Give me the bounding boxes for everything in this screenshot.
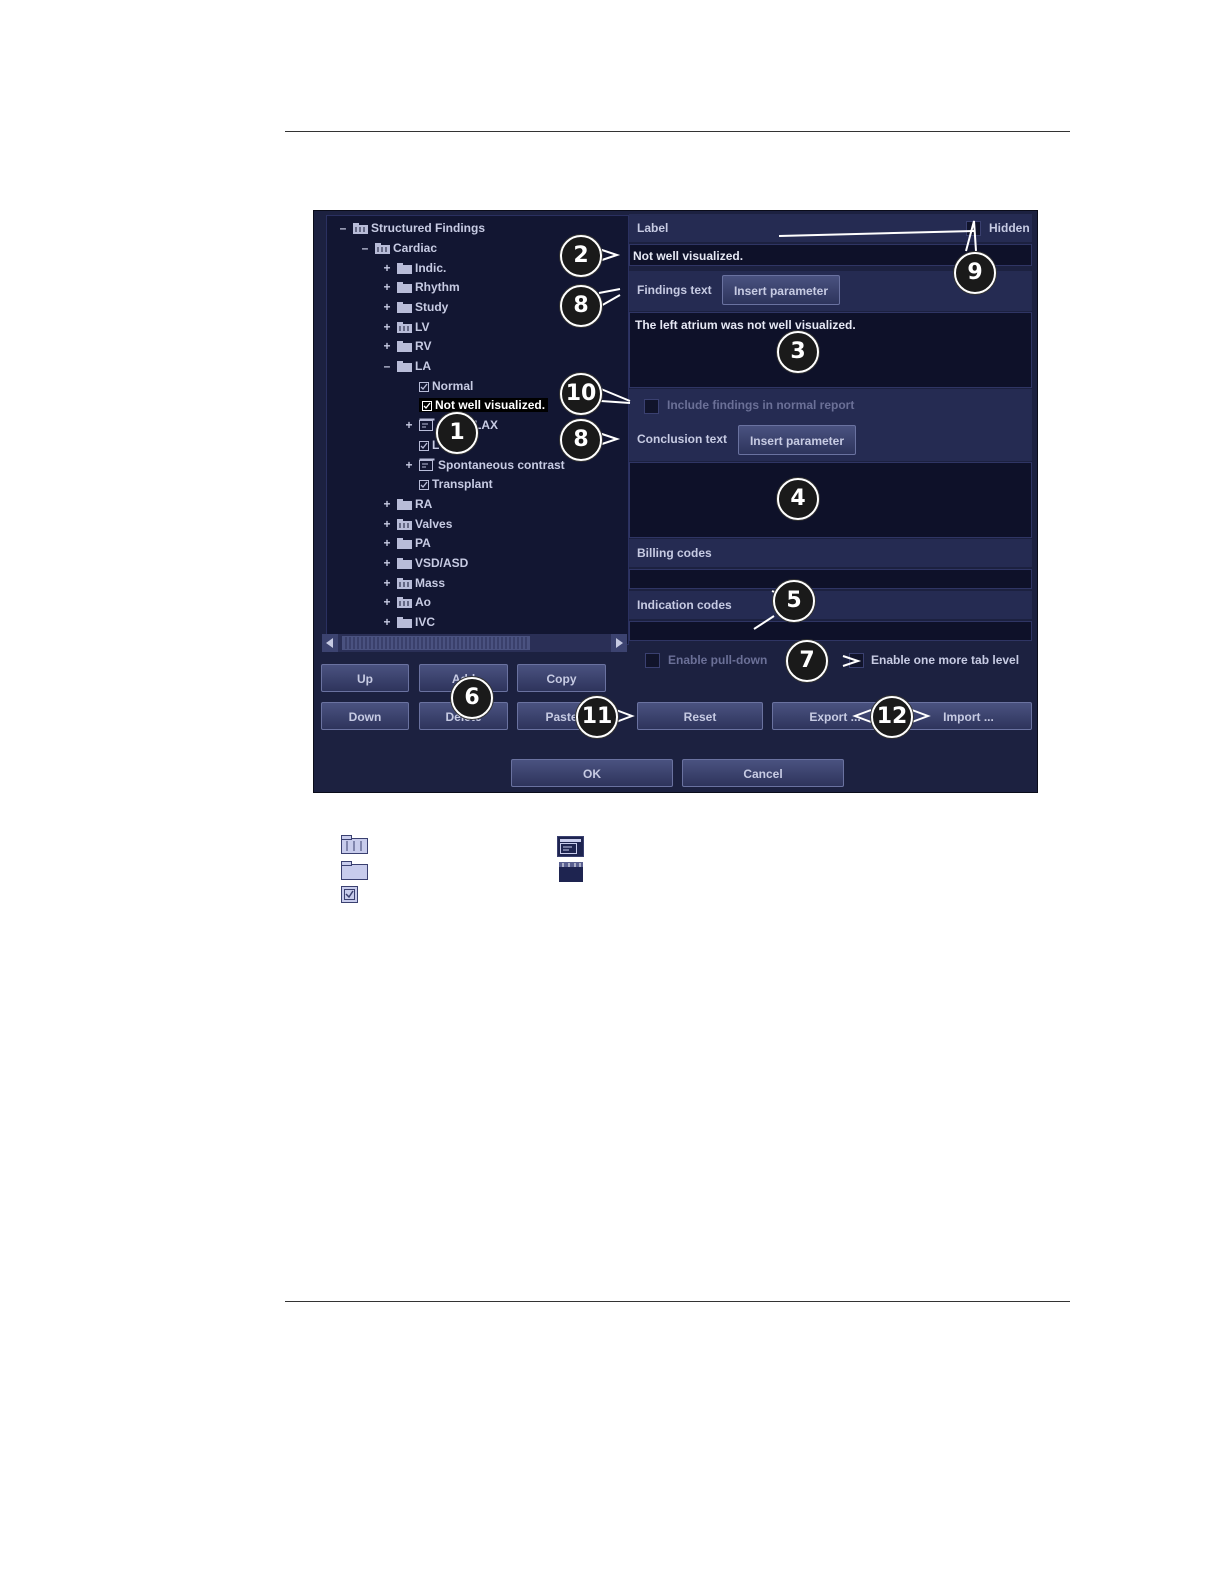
top-rule bbox=[285, 131, 1070, 132]
callout-7: 7 bbox=[786, 640, 828, 682]
callout-10: 10 bbox=[560, 373, 602, 415]
callout-8a: 8 bbox=[560, 285, 602, 327]
callout-1: 1 bbox=[436, 412, 478, 454]
callout-5: 5 bbox=[773, 580, 815, 622]
callout-6: 6 bbox=[451, 677, 493, 719]
bottom-rule bbox=[285, 1301, 1070, 1302]
callout-arrows bbox=[598, 220, 977, 723]
callout-3: 3 bbox=[777, 331, 819, 373]
open-folder-icon bbox=[341, 861, 368, 885]
folder-icon bbox=[341, 835, 368, 859]
structured-findings-dialog: – Structured Findings – Cardiac + Indic. + R… bbox=[313, 210, 1038, 793]
callout-8b: 8 bbox=[560, 419, 602, 461]
checkbox-item-icon bbox=[341, 886, 358, 908]
callout-4: 4 bbox=[777, 478, 819, 520]
callout-11: 11 bbox=[576, 696, 618, 738]
callout-9: 9 bbox=[954, 252, 996, 294]
text-item-icon bbox=[557, 836, 584, 862]
callout-12: 12 bbox=[871, 696, 913, 738]
callout-2: 2 bbox=[560, 235, 602, 277]
xws-folder-icon bbox=[559, 862, 583, 887]
